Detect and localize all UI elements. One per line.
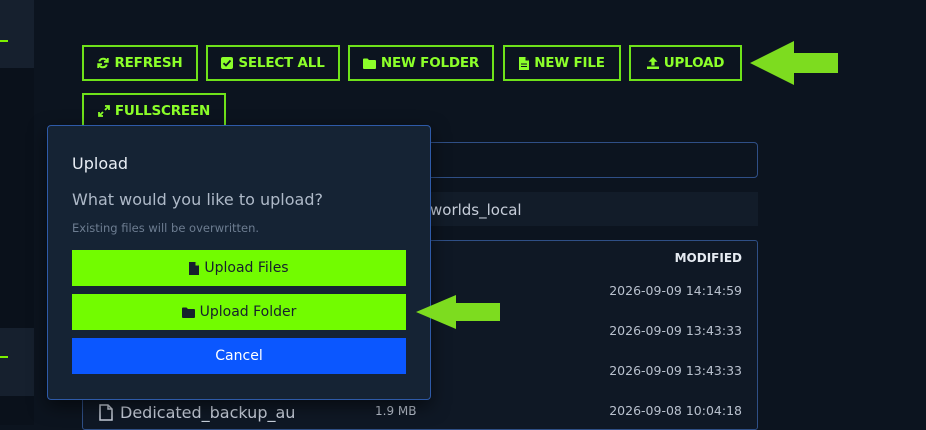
column-header-modified[interactable]: MODIFIED (675, 251, 742, 265)
new-folder-button[interactable]: NEW FOLDER (348, 45, 494, 81)
upload-folder-button[interactable]: Upload Folder (72, 294, 406, 330)
upload-button[interactable]: UPLOAD (629, 45, 742, 81)
dialog-note: Existing files will be overwritten. (72, 221, 260, 235)
upload-icon (646, 57, 659, 69)
sidebar-item-active[interactable] (0, 0, 34, 68)
file-icon (189, 261, 200, 275)
dialog-question: What would you like to upload? (72, 190, 323, 209)
folder-icon (362, 58, 376, 69)
upload-files-button[interactable]: Upload Files (72, 250, 406, 286)
new-folder-label: NEW FOLDER (380, 55, 480, 71)
fullscreen-button[interactable]: FULLSCREEN (82, 93, 226, 129)
refresh-button[interactable]: REFRESH (82, 45, 198, 81)
file-size: 1.9 MB (375, 404, 417, 418)
checkbox-icon (221, 57, 234, 69)
row-modified: 2026-09-09 13:43:33 (609, 363, 742, 378)
expand-icon (98, 105, 110, 117)
file-icon (519, 56, 530, 70)
breadcrumb-path: worlds_local (430, 201, 522, 219)
refresh-icon (97, 57, 110, 69)
upload-dialog: Upload What would you like to upload? Ex… (47, 125, 431, 400)
new-file-button[interactable]: NEW FILE (503, 45, 621, 81)
upload-files-label: Upload Files (204, 260, 289, 276)
cancel-label: Cancel (215, 348, 263, 364)
folder-icon (181, 307, 195, 318)
table-row-name[interactable]: Dedicated_backup_au (99, 403, 295, 422)
upload-folder-label: Upload Folder (199, 304, 297, 320)
fullscreen-label: FULLSCREEN (114, 103, 211, 119)
select-all-button[interactable]: SELECT ALL (206, 45, 340, 81)
file-icon (99, 404, 113, 421)
select-all-label: SELECT ALL (238, 55, 325, 71)
annotation-arrow-upload-folder (416, 295, 500, 329)
row-modified: 2026-09-08 10:04:18 (609, 403, 742, 418)
refresh-label: REFRESH (114, 55, 183, 71)
sidebar-item[interactable] (0, 328, 34, 396)
row-modified: 2026-09-09 13:43:33 (609, 323, 742, 338)
annotation-arrow-upload (750, 41, 838, 85)
sidebar (0, 0, 34, 425)
new-file-label: NEW FILE (534, 55, 605, 71)
dialog-title: Upload (72, 154, 129, 173)
upload-label: UPLOAD (663, 55, 725, 71)
sidebar-active-indicator (0, 356, 8, 358)
search-input[interactable] (420, 142, 758, 178)
file-name: Dedicated_backup_au (120, 403, 296, 422)
row-modified: 2026-09-09 14:14:59 (609, 283, 742, 298)
cancel-button[interactable]: Cancel (72, 338, 406, 374)
sidebar-active-indicator (0, 40, 8, 42)
